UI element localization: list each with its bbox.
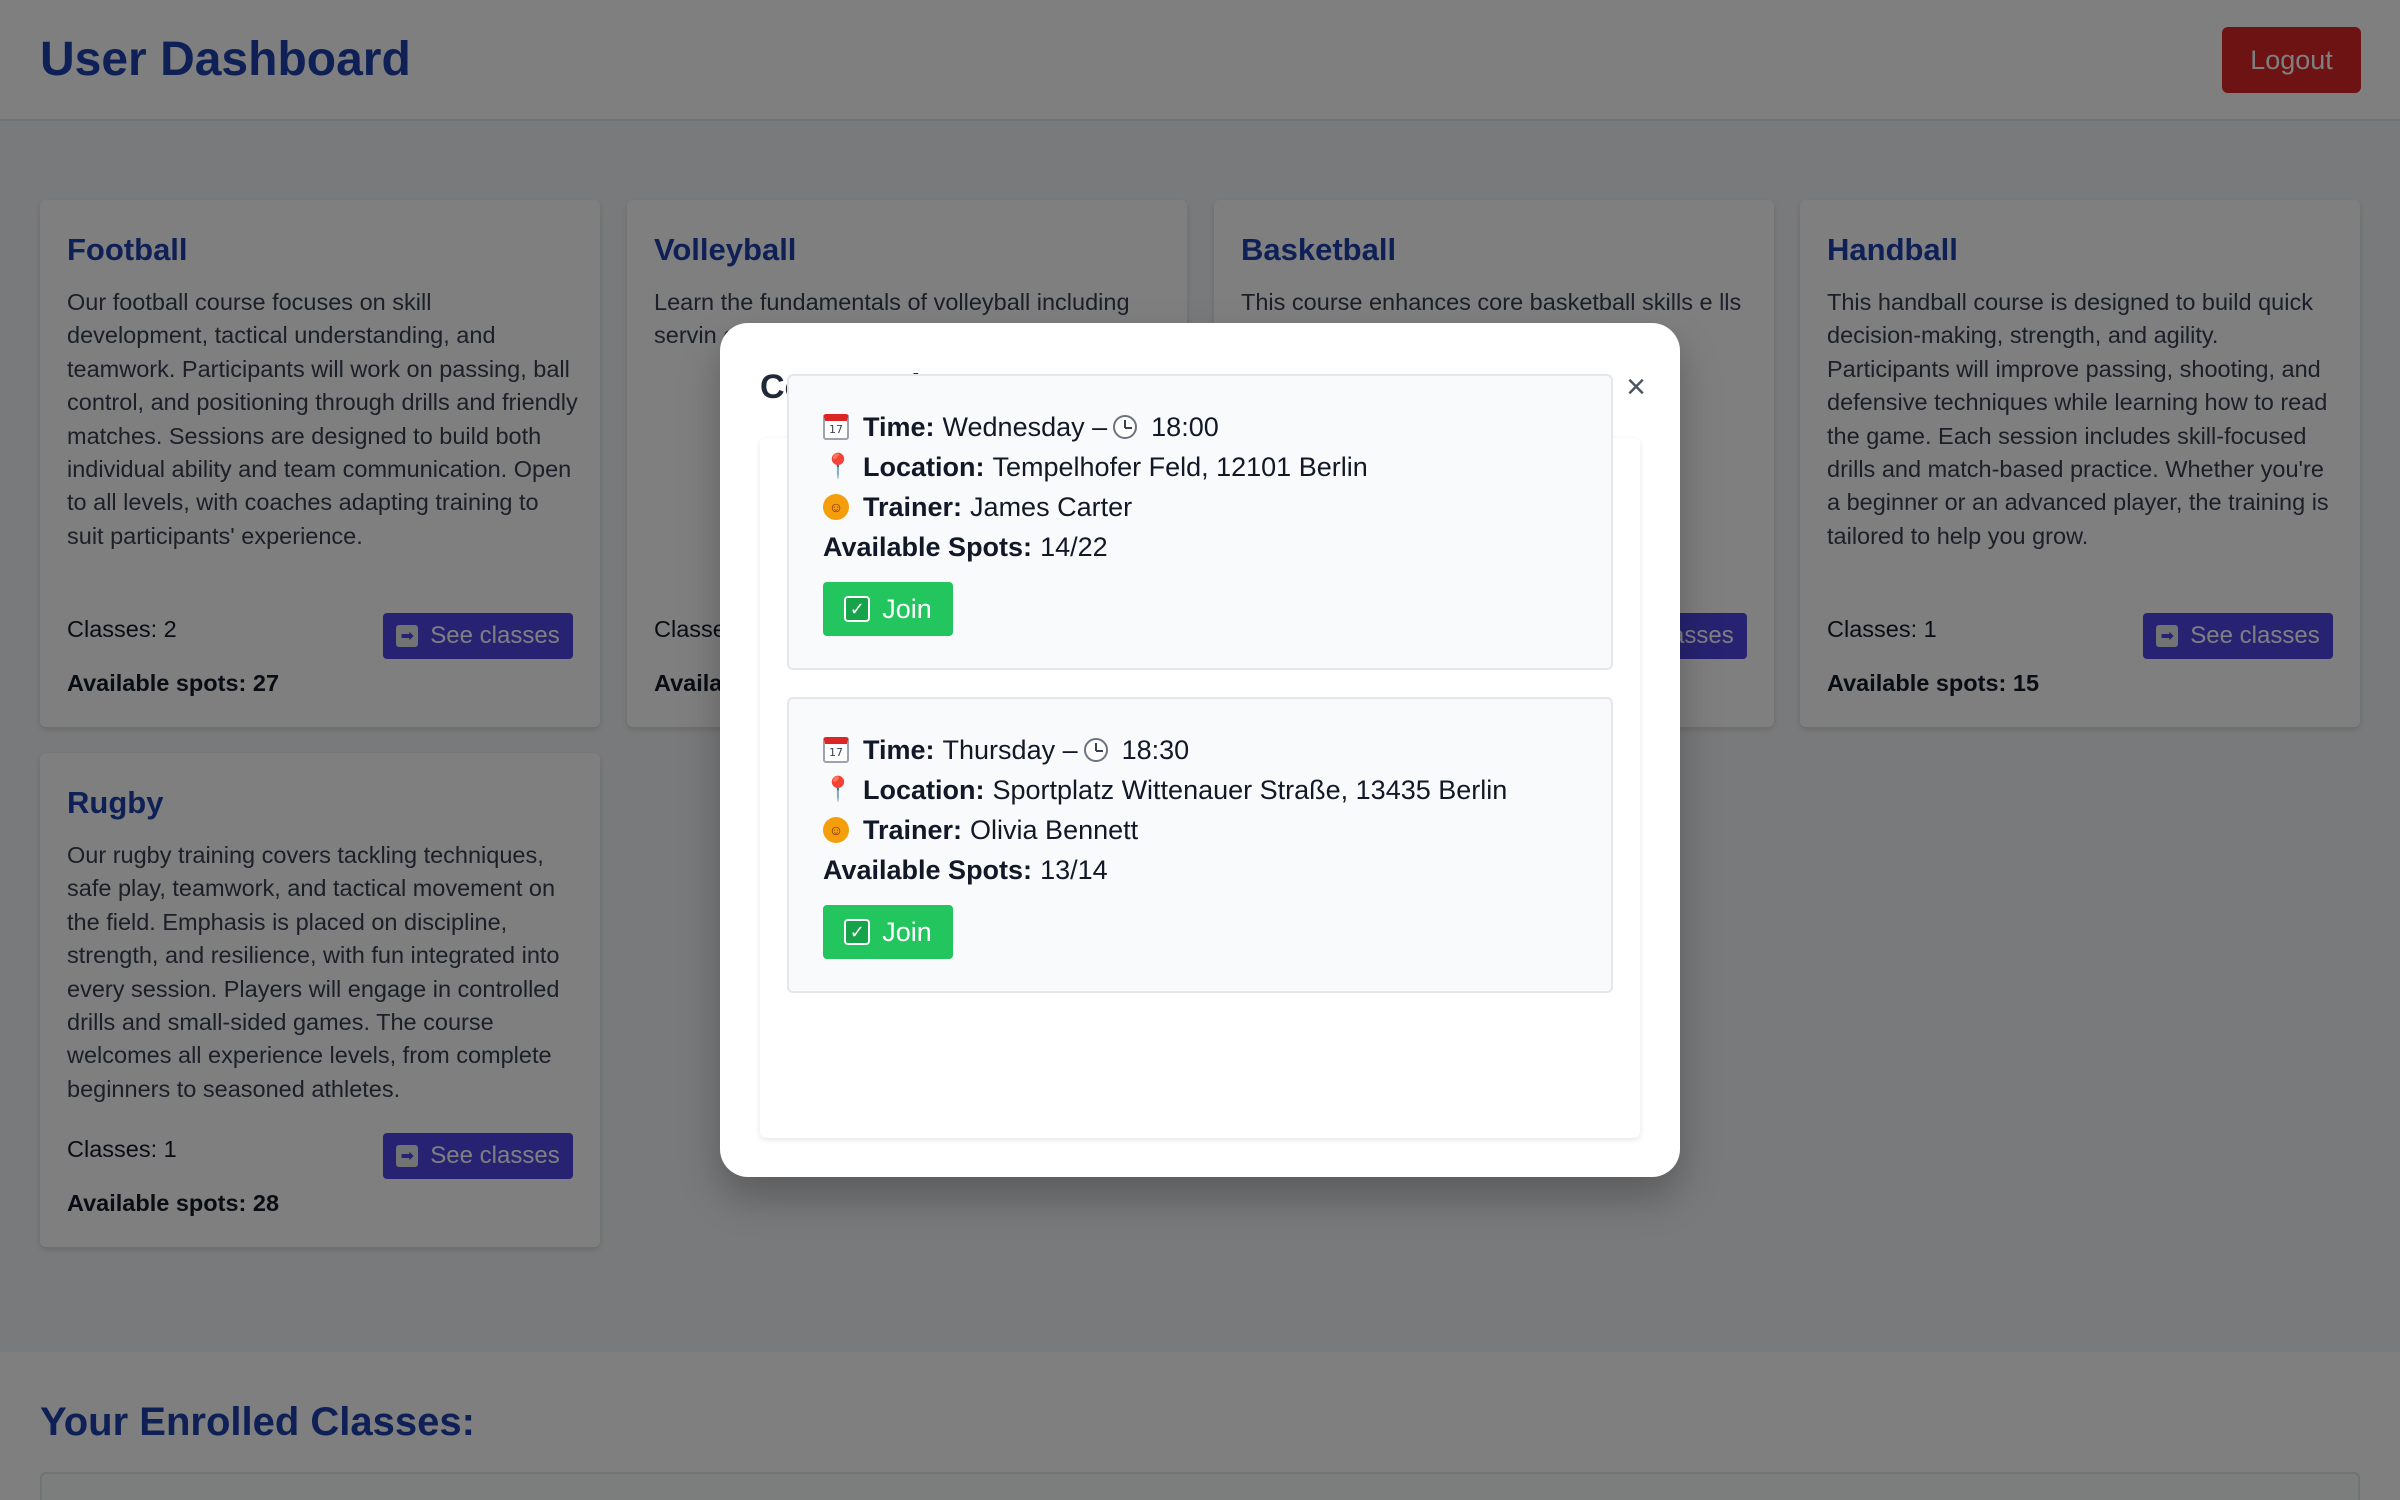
close-icon[interactable]: × [1616, 367, 1656, 407]
check-icon: ✓ [844, 596, 871, 622]
class-trainer-row: ☺ Trainer: James Carter [823, 490, 1132, 524]
class-trainer: Olivia Bennett [970, 815, 1139, 845]
class-location: Tempelhofer Feld, 12101 Berlin [992, 452, 1368, 482]
trainer-label: Trainer: [863, 492, 963, 522]
time-label: Time: [863, 412, 935, 442]
class-card: 17 Time: Wednesday – 18:00 📍 Location: T… [787, 374, 1613, 670]
pin-icon: 📍 [823, 776, 853, 803]
check-icon: ✓ [844, 919, 871, 945]
spots-label: Available Spots: [823, 532, 1033, 562]
calendar-icon: 17 [823, 414, 849, 440]
location-label: Location: [863, 775, 985, 805]
calendar-icon: 17 [823, 737, 849, 763]
join-label: Join [882, 916, 932, 947]
class-day: Wednesday – [942, 412, 1108, 442]
pin-icon: 📍 [823, 453, 853, 480]
class-time: 18:00 [1151, 412, 1219, 442]
class-time-row: 17 Time: Wednesday – 18:00 [823, 410, 1219, 444]
location-label: Location: [863, 452, 985, 482]
join-button[interactable]: ✓ Join [823, 905, 953, 959]
trainer-icon: ☺ [823, 817, 849, 843]
clock-icon [1113, 415, 1138, 439]
class-spots-row: Available Spots: 14/22 [823, 530, 1108, 564]
class-location: Sportplatz Wittenauer Straße, 13435 Berl… [992, 775, 1508, 805]
class-day: Thursday – [942, 735, 1078, 765]
class-card: 17 Time: Thursday – 18:30 📍 Location: Sp… [787, 697, 1613, 993]
class-time: 18:30 [1121, 735, 1190, 765]
class-spots: 13/14 [1040, 855, 1108, 885]
spots-label: Available Spots: [823, 855, 1033, 885]
class-location-row: 📍 Location: Sportplatz Wittenauer Straße… [823, 773, 1507, 807]
class-trainer-row: ☺ Trainer: Olivia Bennett [823, 813, 1138, 847]
class-time-row: 17 Time: Thursday – 18:30 [823, 733, 1189, 767]
join-label: Join [882, 593, 932, 624]
clock-icon [1083, 738, 1108, 762]
class-trainer: James Carter [970, 492, 1133, 522]
class-spots: 14/22 [1040, 532, 1108, 562]
class-location-row: 📍 Location: Tempelhofer Feld, 12101 Berl… [823, 450, 1368, 484]
trainer-icon: ☺ [823, 494, 849, 520]
join-button[interactable]: ✓ Join [823, 582, 953, 636]
class-spots-row: Available Spots: 13/14 [823, 853, 1108, 887]
trainer-label: Trainer: [863, 815, 963, 845]
time-label: Time: [863, 735, 935, 765]
